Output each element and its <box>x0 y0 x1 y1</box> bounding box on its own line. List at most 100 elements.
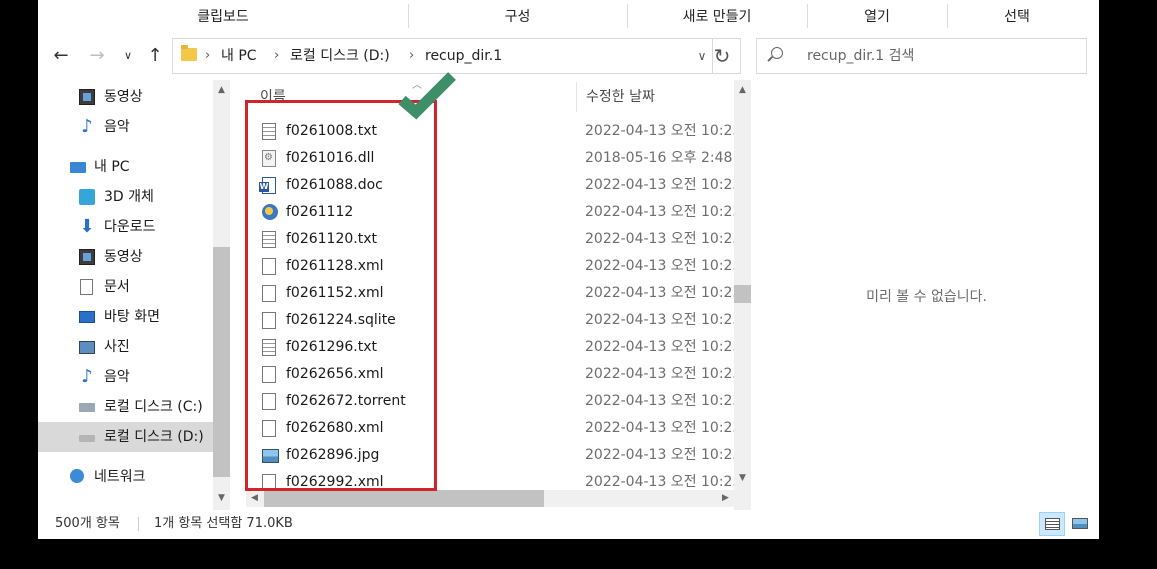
music-icon: ♪ <box>81 116 93 137</box>
column-header-modified[interactable]: 수정한 날짜 <box>586 82 655 112</box>
navigation-scrollbar[interactable]: ▲ ▼ <box>213 80 230 510</box>
video-icon <box>79 249 95 265</box>
item-count: 500개 항목 <box>55 516 120 531</box>
scroll-right-icon[interactable]: ▶ <box>717 490 734 507</box>
up-button[interactable]: ↑ <box>144 32 166 80</box>
video-icon <box>79 89 95 105</box>
scroll-up-icon[interactable]: ▲ <box>734 82 751 99</box>
nav-item-network[interactable]: 네트워크 <box>38 462 213 492</box>
document-icon <box>80 279 93 295</box>
network-icon <box>70 469 84 483</box>
search-icon <box>771 47 783 59</box>
file-date: 2022-04-13 오전 10:23 <box>585 123 734 139</box>
nav-item-drive-d[interactable]: 로컬 디스크 (D:) <box>38 422 213 452</box>
preview-pane: 미리 볼 수 없습니다. <box>754 82 1099 502</box>
file-explorer-window: 클립보드 구성 새로 만들기 열기 선택 ← → ∨ ↑ › 내 PC › 로컬… <box>38 0 1099 539</box>
column-divider[interactable] <box>576 82 577 112</box>
address-bar[interactable]: › 내 PC › 로컬 디스크 (D:) › recup_dir.1 ∨ <box>172 38 713 74</box>
nav-item-this-pc[interactable]: 내 PC <box>38 152 213 182</box>
ribbon-group-clipboard[interactable]: 클립보드 <box>38 0 408 32</box>
ribbon: 클립보드 구성 새로 만들기 열기 선택 <box>38 0 1099 32</box>
drive-d-icon <box>79 435 95 442</box>
breadcrumb-separator[interactable]: › <box>409 39 414 73</box>
status-bar: 500개 항목 1개 항목 선택함 71.0KB <box>38 509 1099 539</box>
breadcrumb-this-pc[interactable]: 내 PC <box>221 39 257 73</box>
breadcrumb-separator[interactable]: › <box>205 39 210 73</box>
forward-arrow-icon: → <box>89 45 105 66</box>
nav-item-label: 로컬 디스크 (C:) <box>104 399 203 415</box>
file-date: 2018-05-16 오후 2:48 <box>585 150 733 166</box>
file-date: 2022-04-13 오전 10:23 <box>585 366 734 382</box>
file-date: 2022-04-13 오전 10:23 <box>585 285 734 301</box>
nav-item-videos-2[interactable]: 동영상 <box>38 242 213 272</box>
details-view-button[interactable] <box>1039 512 1065 536</box>
checkmark-icon <box>398 72 456 120</box>
selection-info: 1개 항목 선택함 71.0KB <box>154 516 293 531</box>
search-placeholder: recup_dir.1 검색 <box>807 48 915 64</box>
forward-button[interactable]: → <box>84 32 110 80</box>
address-row: ← → ∨ ↑ › 내 PC › 로컬 디스크 (D:) › recup_dir… <box>38 32 1099 80</box>
nav-item-pictures[interactable]: 사진 <box>38 332 213 362</box>
pictures-icon <box>79 341 95 354</box>
nav-item-drive-c[interactable]: 로컬 디스크 (C:) <box>38 392 213 422</box>
ribbon-group-new[interactable]: 새로 만들기 <box>627 0 807 32</box>
3d-objects-icon <box>79 189 95 205</box>
nav-item-downloads[interactable]: ⬇ 다운로드 <box>38 212 213 242</box>
nav-item-label: 내 PC <box>94 159 130 175</box>
nav-item-label: 로컬 디스크 (D:) <box>104 429 204 445</box>
scroll-down-icon[interactable]: ▼ <box>734 470 751 487</box>
file-list-vertical-scrollbar[interactable]: ▲ ▼ <box>734 80 751 510</box>
preview-message: 미리 볼 수 없습니다. <box>866 289 987 305</box>
scroll-down-icon[interactable]: ▼ <box>213 490 230 507</box>
nav-item-label: 동영상 <box>104 249 143 265</box>
music-icon: ♪ <box>81 366 93 387</box>
scrollbar-thumb[interactable] <box>734 285 751 303</box>
desktop-icon <box>79 311 95 323</box>
scroll-left-icon[interactable]: ◀ <box>246 490 263 507</box>
recent-locations-button[interactable]: ∨ <box>118 32 138 80</box>
nav-item-label: 바탕 화면 <box>104 309 160 325</box>
ribbon-group-select[interactable]: 선택 <box>947 0 1087 32</box>
scrollbar-thumb[interactable] <box>264 490 544 507</box>
back-arrow-icon: ← <box>53 45 69 66</box>
folder-icon <box>181 45 197 61</box>
search-input[interactable]: recup_dir.1 검색 <box>756 38 1087 74</box>
scrollbar-thumb[interactable] <box>213 247 230 477</box>
nav-item-label: 음악 <box>104 119 130 135</box>
file-date: 2022-04-13 오전 10:23 <box>585 393 734 409</box>
file-date: 2022-04-13 오전 10:23 <box>585 177 734 193</box>
chevron-down-icon: ∨ <box>123 49 133 62</box>
nav-item-label: 음악 <box>104 369 130 385</box>
nav-item-documents[interactable]: 문서 <box>38 272 213 302</box>
scroll-up-icon[interactable]: ▲ <box>213 82 230 99</box>
ribbon-group-open[interactable]: 열기 <box>807 0 947 32</box>
nav-item-desktop[interactable]: 바탕 화면 <box>38 302 213 332</box>
breadcrumb-separator[interactable]: › <box>274 39 279 73</box>
details-view-icon <box>1045 518 1060 530</box>
nav-item-videos[interactable]: 동영상 <box>38 82 213 112</box>
back-button[interactable]: ← <box>48 32 74 80</box>
status-divider <box>138 517 139 531</box>
file-date: 2022-04-13 오전 10:23 <box>585 474 734 490</box>
ribbon-group-organize[interactable]: 구성 <box>408 0 627 32</box>
nav-item-music[interactable]: ♪ 음악 <box>38 112 213 142</box>
breadcrumb-drive-d[interactable]: 로컬 디스크 (D:) <box>290 39 390 73</box>
navigation-pane: 동영상 ♪ 음악 내 PC 3D 개체 ⬇ 다운로드 동영상 문서 바탕 화면 <box>38 80 228 500</box>
refresh-icon: ↻ <box>713 44 731 68</box>
nav-item-label: 다운로드 <box>104 219 156 235</box>
pc-icon <box>70 162 86 173</box>
highlight-box <box>245 100 437 491</box>
up-arrow-icon: ↑ <box>147 45 163 66</box>
file-list-horizontal-scrollbar[interactable]: ◀ ▶ <box>246 490 734 507</box>
refresh-button[interactable]: ↻ <box>704 38 741 74</box>
breadcrumb-current-folder[interactable]: recup_dir.1 <box>425 39 502 73</box>
nav-item-music-2[interactable]: ♪ 음악 <box>38 362 213 392</box>
file-date: 2022-04-13 오전 10:23 <box>585 447 734 463</box>
download-icon: ⬇ <box>79 216 95 237</box>
drive-c-icon <box>79 403 95 412</box>
large-icons-view-button[interactable] <box>1067 512 1093 536</box>
file-date: 2022-04-13 오전 10:23 <box>585 339 734 355</box>
file-date: 2022-04-13 오전 10:23 <box>585 312 734 328</box>
file-date: 2022-04-13 오전 10:23 <box>585 231 734 247</box>
nav-item-3d-objects[interactable]: 3D 개체 <box>38 182 213 212</box>
